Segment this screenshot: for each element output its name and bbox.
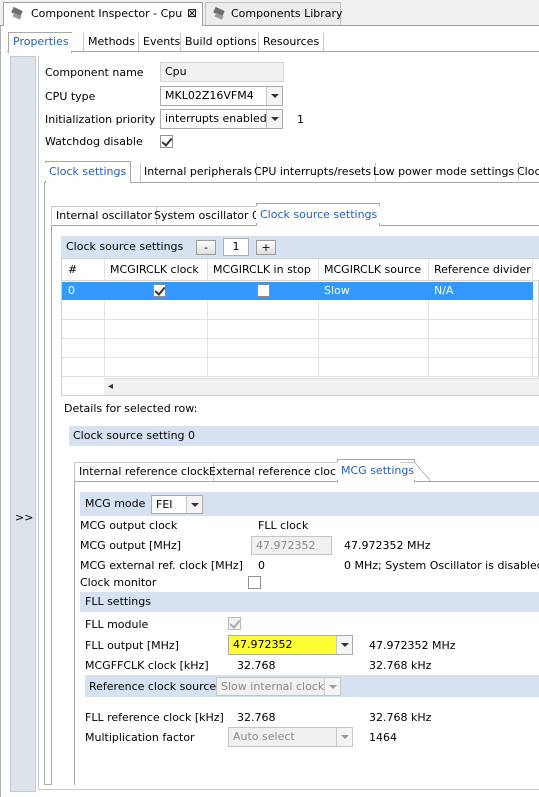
mcgffclk-label: MCGFFCLK clock [kHz] — [85, 659, 209, 672]
subtab-internal-oscillator[interactable]: Internal oscillator — [51, 206, 157, 224]
scroll-left-icon[interactable]: ◂ — [108, 380, 113, 394]
col-header-mcgirclk-in-stop: MCGIRCLK in stop — [213, 263, 311, 276]
row-divider — [62, 376, 539, 377]
clock-source-header-label: Clock source settings — [66, 240, 184, 253]
mcg-mode-dropdown[interactable]: FEI — [151, 495, 203, 514]
col-header-mcgirclk-source: MCGIRCLK source — [324, 263, 422, 276]
fll-ref-clock-result: 32.768 kHz — [369, 711, 432, 724]
table-row[interactable] — [62, 282, 533, 300]
close-icon[interactable]: ⊠ — [187, 6, 197, 20]
column-divider — [428, 259, 429, 377]
init-priority-label: Initialization priority — [45, 113, 156, 126]
clock-monitor-label: Clock monitor — [80, 576, 157, 589]
init-priority-dropdown[interactable]: interrupts enabled — [160, 109, 283, 129]
mcg-mode-label: MCG mode — [85, 497, 146, 510]
mcgirclk-in-stop-checkbox[interactable] — [257, 284, 270, 297]
add-row-button[interactable]: + — [256, 240, 276, 255]
cpu-type-dropdown[interactable]: MKL02Z16VFM4 — [160, 86, 283, 106]
mult-factor-label: Multiplication factor — [85, 731, 195, 744]
mult-factor-dropdown: Auto select — [228, 727, 353, 747]
row-count-field[interactable]: 1 — [223, 238, 249, 256]
mcg-ext-ref-result: 0 MHz; System Oscillator is disabled. — [344, 559, 539, 572]
inspector-tab-strip — [7, 51, 539, 52]
column-divider — [318, 259, 319, 377]
ref-source-label: Reference clock source — [89, 680, 217, 693]
mcgirclk-clock-checkbox[interactable] — [153, 284, 166, 297]
tab-resources[interactable]: Resources — [258, 33, 325, 51]
tab-cpu-interrupts[interactable]: CPU interrupts/resets — [250, 163, 377, 181]
mcgffclk-value: 32.768 — [237, 659, 276, 672]
tab-internal-peripherals[interactable]: Internal peripherals — [140, 163, 257, 181]
remove-row-button[interactable]: - — [196, 240, 216, 255]
library-icon — [213, 6, 225, 20]
table-h-scrollbar[interactable] — [104, 378, 539, 395]
mcg-ext-ref-value: 0 — [258, 559, 265, 572]
cell-ref-divider: N/A — [434, 284, 454, 297]
tab-build-options[interactable]: Build options — [180, 33, 261, 51]
mult-factor-result: 1464 — [369, 731, 397, 744]
fll-ref-clock-value: 32.768 — [237, 711, 276, 724]
mcg-output-clock-value: FLL clock — [258, 519, 309, 532]
component-name-label: Component name — [45, 66, 144, 79]
tab-low-power[interactable]: Low power mode settings — [369, 163, 520, 181]
mcg-output-mhz-result: 47.972352 MHz — [344, 539, 431, 552]
chevron-down-icon — [186, 496, 202, 513]
chevron-down-icon — [266, 110, 282, 128]
fll-settings-title: FLL settings — [85, 595, 151, 608]
ref-source-dropdown: Slow internal clock — [216, 677, 341, 696]
clock-monitor-checkbox[interactable] — [248, 576, 261, 589]
component-icon — [11, 6, 23, 20]
fll-output-value: 47.972352 — [233, 638, 293, 651]
col-header-index: # — [68, 263, 78, 276]
row-divider — [62, 319, 539, 320]
col-header-reference-divider: Reference divider — [434, 263, 531, 276]
mcg-ext-ref-label: MCG external ref. clock [MHz] — [80, 559, 243, 572]
column-divider — [207, 259, 208, 377]
fll-output-dropdown[interactable]: 47.972352 — [228, 635, 353, 655]
mcg-output-mhz-label: MCG output [MHz] — [80, 539, 182, 552]
mcg-mode-section — [80, 492, 539, 516]
details-label: Details for selected row: — [64, 402, 198, 415]
watchdog-checkbox[interactable] — [160, 135, 173, 148]
subtab-clock-source-label: Clock source settings — [256, 206, 382, 223]
init-priority-extra: 1 — [297, 113, 304, 126]
column-divider — [532, 259, 533, 377]
fll-module-label: FLL module — [85, 618, 149, 631]
row-divider — [62, 357, 539, 358]
fll-output-result: 47.972352 MHz — [369, 639, 456, 652]
fll-output-label: FLL output [MHz] — [85, 639, 179, 652]
subtab-external-reference-clock[interactable]: External reference clock — [205, 462, 347, 481]
tab-properties-label: Properties — [9, 33, 73, 51]
chevron-down-icon — [266, 87, 282, 105]
fll-module-checkbox — [228, 617, 241, 630]
fll-ref-clock-label: FLL reference clock [kHz] — [85, 711, 224, 724]
tab-clock-settings-label: Clock settings — [45, 163, 131, 181]
col-header-mcgirclk-clock: MCGIRCLK clock — [110, 263, 199, 276]
mcgffclk-result: 32.768 kHz — [369, 659, 432, 672]
column-divider — [104, 259, 105, 377]
editor-tab-label: Components Library — [231, 7, 343, 20]
chevron-down-icon — [336, 728, 352, 746]
component-name-field[interactable]: Cpu — [160, 62, 284, 82]
editor-tab-label: Component Inspector - Cpu — [31, 7, 183, 20]
side-collapse-panel — [10, 56, 36, 792]
mcg-output-mhz-field: 47.972352 — [251, 536, 332, 555]
details-section-title: Clock source setting 0 — [73, 429, 196, 442]
tab-methods[interactable]: Methods — [83, 33, 139, 51]
watchdog-label: Watchdog disable — [45, 135, 143, 148]
mcg-output-clock-label: MCG output clock — [80, 519, 178, 532]
subtab-internal-reference-clock[interactable]: Internal reference clock — [74, 462, 215, 481]
cell-source: Slow — [324, 284, 350, 297]
cell-index: 0 — [68, 284, 75, 297]
row-divider — [62, 338, 539, 339]
chevron-down-icon — [324, 678, 340, 695]
expand-panel-button[interactable]: >> — [15, 511, 33, 525]
subtab-system-oscillator[interactable]: System oscillator 0 — [150, 206, 263, 224]
cpu-type-label: CPU type — [45, 90, 96, 103]
tab-events[interactable]: Events — [138, 33, 184, 51]
tab-clock-overflow[interactable]: Cloc — [513, 163, 539, 181]
chevron-down-icon — [336, 636, 352, 654]
